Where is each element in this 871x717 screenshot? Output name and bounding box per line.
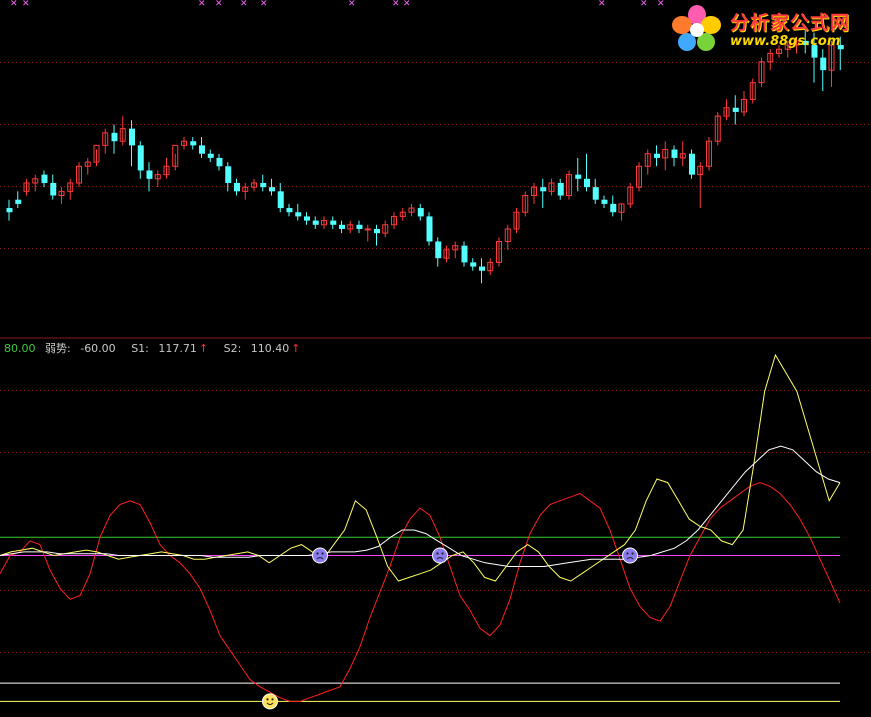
candle-body: [820, 57, 827, 71]
candle-body: [216, 157, 223, 167]
signal-star-icon: ✕: [392, 0, 400, 9]
up-arrow-icon: ↑: [291, 342, 301, 355]
candle-body: [732, 107, 739, 112]
s1-readout: S1: 117.71 ↑: [131, 342, 209, 355]
signal-markers: [262, 547, 638, 710]
candle-body: [417, 208, 424, 217]
face-eye: [321, 552, 324, 555]
candle-body: [584, 178, 590, 188]
candle-body: [50, 182, 57, 196]
candle-body: [269, 187, 275, 192]
up-arrow-icon: ↑: [198, 342, 209, 355]
candle-body: [374, 228, 380, 234]
candle-body: [592, 187, 599, 200]
stock-chart: ✕ ✕ ✕ ✕ ✕ ✕ ✕ ✕ ✕ ✕ ✕ ✕: [0, 0, 871, 710]
candle-body: [199, 145, 205, 154]
face-circle: [262, 693, 278, 710]
candle-body: [356, 224, 363, 229]
candle-body: [41, 174, 48, 183]
candle-body: [330, 220, 337, 225]
candle-body: [260, 182, 267, 188]
face-eye: [271, 698, 274, 701]
candle-body: [575, 174, 582, 179]
candle-body: [277, 191, 284, 209]
face-eye: [631, 552, 634, 555]
candle-body: [364, 228, 371, 231]
face-eye: [441, 552, 444, 555]
level-value: 80.00: [4, 342, 36, 355]
price-panel-gridlines: [0, 62, 871, 249]
site-logo: 分析家公式网 www.88gs.com: [668, 2, 868, 54]
sad-face-icon: [622, 547, 638, 564]
indicator-line: [0, 445, 841, 567]
candle-body: [207, 153, 214, 158]
signal-star-icon: ✕: [403, 0, 411, 9]
signal-star-icon: ✕: [657, 0, 665, 9]
candle-body: [146, 170, 153, 179]
candle-body: [557, 182, 564, 196]
weak-label: 弱势: -60.00: [45, 342, 116, 355]
candle-body: [671, 149, 678, 158]
indicator-line: [0, 482, 841, 702]
candle-body: [689, 153, 695, 175]
indicator-series: [0, 353, 841, 702]
signal-star-icon: ✕: [640, 0, 648, 9]
candle-body: [470, 262, 477, 267]
face-circle: [622, 547, 638, 564]
logo-title: 分析家公式网: [730, 12, 851, 34]
s2-readout: S2: 110.40 ↑: [223, 342, 301, 355]
indicator-panel-gridlines: [0, 390, 871, 653]
candle-body: [461, 245, 468, 263]
candle-body: [339, 224, 345, 229]
candle-body: [6, 208, 13, 213]
signal-star-icon: ✕: [198, 0, 206, 9]
candle-body: [129, 128, 135, 146]
face-circle: [312, 547, 328, 564]
signal-star-icon: ✕: [10, 0, 18, 9]
candle-body: [295, 212, 302, 217]
indicator-level-lines: [0, 536, 840, 702]
face-circle: [432, 547, 448, 564]
candle-body: [286, 208, 293, 213]
face-eye: [436, 552, 439, 555]
sad-face-icon: [312, 547, 328, 564]
candle-body: [426, 216, 433, 242]
sad-face-icon: [432, 547, 448, 564]
smiley-face-icon: [262, 693, 278, 710]
candlestick-series: [6, 28, 844, 284]
signal-star-icon: ✕: [22, 0, 30, 9]
candle-body: [479, 266, 485, 271]
signal-star-icon: ✕: [598, 0, 606, 9]
signal-star-icon: ✕: [260, 0, 268, 9]
flower-logo-icon: [672, 5, 721, 51]
candle-body: [601, 199, 608, 204]
face-eye: [266, 698, 269, 701]
indicator-header: 80.00 弱势: -60.00 S1: 117.71 ↑ S2: 110.40 ↑: [4, 340, 313, 356]
logo-url: www.88gs.com: [730, 34, 841, 49]
indicator-line: [0, 353, 841, 582]
candle-body: [190, 141, 197, 146]
candle-body: [540, 187, 547, 192]
candle-body: [137, 145, 144, 171]
signal-star-icon: ✕: [348, 0, 356, 9]
candle-body: [111, 132, 118, 142]
candle-body: [234, 182, 240, 192]
face-eye: [626, 552, 629, 555]
signal-star-icon: ✕: [240, 0, 248, 9]
signal-star-icon: ✕: [215, 0, 223, 9]
candle-body: [225, 166, 232, 183]
face-eye: [316, 552, 319, 555]
candle-body: [435, 241, 442, 259]
candle-body: [304, 216, 310, 221]
candle-body: [312, 220, 319, 225]
top-signal-stars: ✕ ✕ ✕ ✕ ✕ ✕ ✕ ✕ ✕ ✕ ✕ ✕: [10, 0, 665, 9]
candle-body: [15, 199, 22, 204]
candle-body: [654, 153, 660, 158]
candle-body: [610, 203, 617, 213]
